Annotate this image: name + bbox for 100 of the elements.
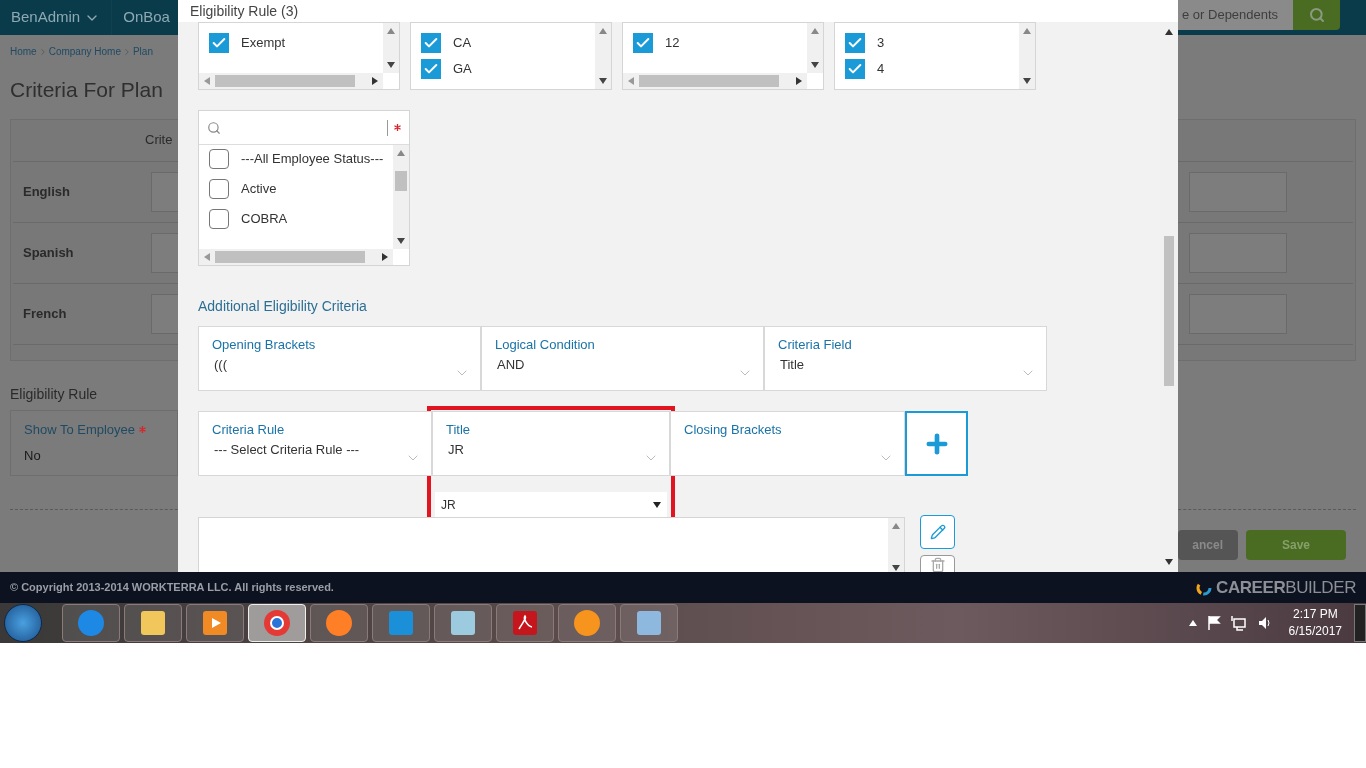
add-button[interactable] — [905, 411, 968, 476]
arrow-down-icon[interactable] — [599, 77, 607, 85]
arrow-down-icon[interactable] — [1165, 558, 1173, 566]
clock[interactable]: 2:17 PM 6/15/2017 — [1288, 606, 1342, 640]
arrow-right-icon[interactable] — [381, 253, 389, 261]
dropdown-select[interactable]: JR — [435, 492, 667, 518]
taskbar-app-button[interactable] — [434, 604, 492, 642]
option-label: Exempt — [241, 34, 286, 53]
option-label: 4 — [877, 60, 885, 79]
section-heading: Additional Eligibility Criteria — [198, 297, 368, 316]
scrollbar[interactable] — [807, 23, 823, 73]
search-button[interactable] — [1293, 0, 1340, 30]
taskbar-app-button[interactable] — [310, 604, 368, 642]
scrollbar[interactable] — [595, 23, 611, 89]
show-desktop-button[interactable] — [1354, 604, 1366, 642]
field-label: Closing Brackets — [684, 421, 783, 439]
field-label: Show To Employee — [24, 420, 136, 439]
text-field[interactable] — [151, 171, 179, 212]
field-value: ((( — [213, 356, 227, 374]
select-field[interactable]: Title JR — [432, 411, 670, 476]
arrow-down-icon[interactable] — [1023, 77, 1031, 85]
checkbox[interactable] — [845, 33, 865, 53]
scrollbar-thumb[interactable] — [395, 171, 407, 191]
row-label: French — [22, 304, 68, 323]
field-label: Criteria Field — [778, 336, 853, 354]
text-field[interactable] — [151, 293, 179, 334]
tray-arrow-icon[interactable] — [1188, 619, 1197, 627]
browser-circle-icon — [262, 608, 292, 638]
checkbox[interactable] — [209, 149, 229, 169]
page-title: Criteria For Plan — [10, 77, 163, 103]
option-label: CA — [453, 34, 472, 53]
scrollbar[interactable] — [383, 23, 399, 73]
arrow-right-icon[interactable] — [371, 77, 379, 85]
scrollbar[interactable] — [1019, 23, 1035, 89]
arrow-down-icon[interactable] — [397, 237, 405, 245]
checkbox[interactable] — [421, 59, 441, 79]
start-button[interactable] — [4, 604, 42, 642]
checkbox[interactable] — [845, 59, 865, 79]
option-label: 3 — [877, 34, 885, 53]
delete-button[interactable] — [920, 555, 955, 572]
taskbar-app-button[interactable] — [620, 604, 678, 642]
row-label: Spanish — [22, 243, 75, 262]
option-label: Active — [241, 180, 277, 199]
select-field[interactable]: Logical Condition AND — [481, 326, 764, 391]
network-icon[interactable] — [1230, 615, 1247, 631]
arrow-down-icon[interactable] — [811, 61, 819, 69]
taskbar-app-button[interactable] — [186, 604, 244, 642]
select-field[interactable]: Criteria Field Title — [764, 326, 1047, 391]
dropdown-value: JR — [441, 497, 456, 514]
field-label: Criteria Rule — [212, 421, 286, 439]
arrow-left-icon[interactable] — [627, 77, 635, 85]
arrow-left-icon[interactable] — [203, 253, 211, 261]
scrollbar[interactable] — [393, 145, 409, 249]
select-field[interactable]: Criteria Rule --- Select Criteria Rule --- — [198, 411, 432, 476]
field-value: No — [24, 447, 42, 465]
caret-icon[interactable] — [653, 501, 661, 509]
taskbar-app-button[interactable] — [558, 604, 616, 642]
field-label: Title — [446, 421, 472, 439]
speaker-icon[interactable] — [1256, 615, 1273, 631]
scrollbar[interactable] — [199, 73, 383, 89]
option-label: ---All Employee Status--- — [241, 150, 384, 169]
text-field[interactable] — [151, 232, 179, 273]
search-field[interactable]: e or Dependents — [1178, 0, 1293, 30]
modal-title: Eligibility Rule (3) — [190, 1, 299, 21]
search-icon — [207, 120, 221, 135]
option-label: COBRA — [241, 210, 288, 229]
clock-time: 2:17 PM — [1292, 606, 1338, 623]
clock-date: 6/15/2017 — [1288, 623, 1342, 640]
pencil-icon — [929, 524, 946, 540]
edit-button[interactable] — [920, 515, 955, 549]
arrow-down-icon[interactable] — [387, 61, 395, 69]
field-label: Logical Condition — [495, 336, 596, 354]
checkbox[interactable] — [209, 33, 229, 53]
nav-menu-item[interactable]: BenAdmin — [0, 0, 113, 35]
pdf-icon — [510, 608, 540, 638]
checkbox[interactable] — [633, 33, 653, 53]
select-field[interactable]: Show To Employee No — [10, 409, 178, 476]
search-icon — [1308, 7, 1325, 23]
field-label: Opening Brackets — [212, 336, 317, 354]
arrow-right-icon[interactable] — [795, 77, 803, 85]
arrow-up-icon[interactable] — [1165, 28, 1173, 36]
arrow-down-icon[interactable] — [892, 564, 900, 572]
scrollbar[interactable] — [199, 249, 393, 265]
section-heading: Eligibility Rule — [9, 384, 99, 404]
taskbar-app-button[interactable] — [124, 604, 182, 642]
field-value: JR — [447, 441, 464, 459]
taskbar-app-button[interactable] — [62, 604, 120, 642]
select-field[interactable]: Closing Brackets — [670, 411, 905, 476]
flag-icon[interactable] — [1206, 615, 1221, 631]
scrollbar[interactable] — [623, 73, 807, 89]
trash-icon — [929, 557, 946, 572]
scrollbar-thumb[interactable] — [1164, 236, 1174, 386]
checkbox[interactable] — [421, 33, 441, 53]
checkbox[interactable] — [209, 209, 229, 229]
select-field[interactable]: Opening Brackets ((( — [198, 326, 481, 391]
scrollbar[interactable] — [888, 518, 904, 572]
checkbox[interactable] — [209, 179, 229, 199]
field-value: AND — [496, 356, 525, 374]
arrow-left-icon[interactable] — [203, 77, 211, 85]
field-value: Title — [779, 356, 805, 374]
